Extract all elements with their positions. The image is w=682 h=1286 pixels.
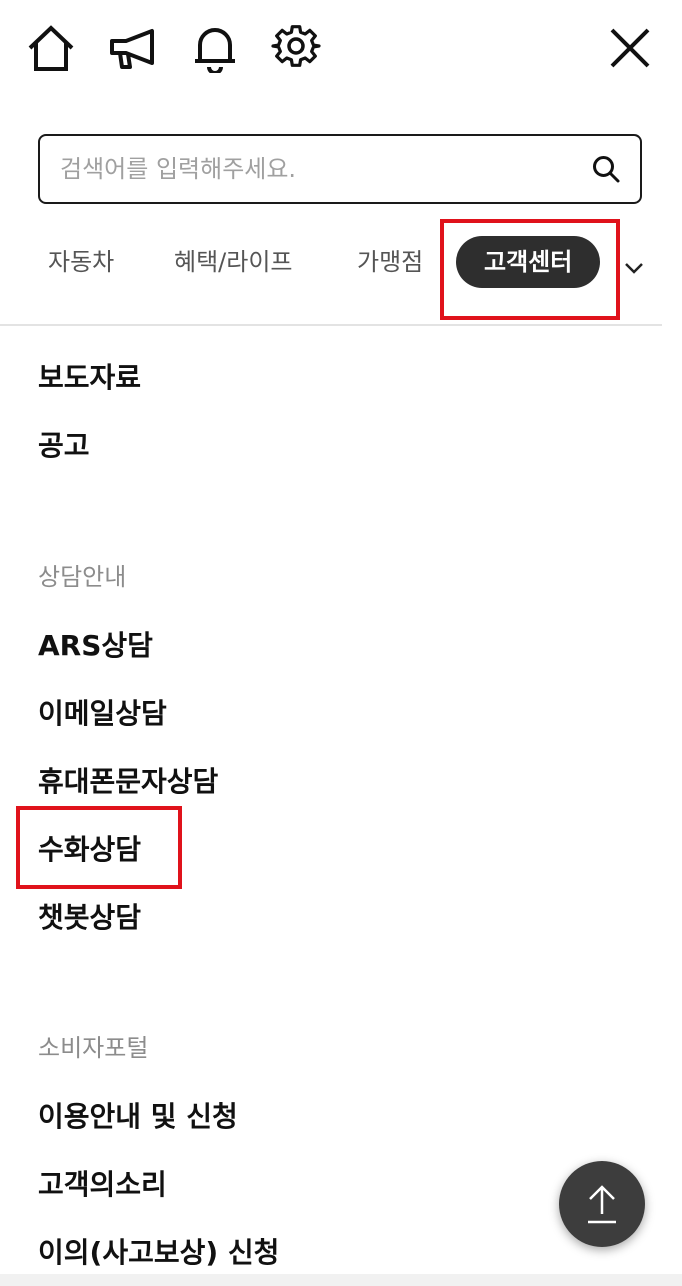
divider — [0, 324, 662, 326]
tab-automobile[interactable]: 자동차 — [48, 236, 114, 288]
menu-item-email[interactable]: 이메일상담 — [38, 694, 167, 734]
home-icon[interactable] — [25, 22, 77, 74]
tab-merchant[interactable]: 가맹점 — [357, 236, 423, 288]
menu-item-ars[interactable]: ARS상담 — [38, 626, 153, 666]
gear-icon[interactable] — [270, 22, 322, 74]
menu-item-chatbot[interactable]: 챗봇상담 — [38, 898, 141, 938]
section-title-consultation: 상담안내 — [38, 563, 127, 591]
tab-benefit-life[interactable]: 혜택/라이프 — [174, 236, 293, 288]
section-title-consumer-portal: 소비자포털 — [38, 1034, 149, 1062]
tab-customer-center[interactable]: 고객센터 — [456, 236, 601, 288]
menu-item-sms[interactable]: 휴대폰문자상담 — [38, 762, 218, 802]
arrow-up-icon — [588, 1185, 616, 1224]
menu-item-voice-of-customer[interactable]: 고객의소리 — [38, 1165, 167, 1205]
menu-item-sign-language[interactable]: 수화상담 — [38, 830, 141, 870]
top-bar — [0, 0, 682, 100]
search-box — [38, 134, 642, 204]
bell-icon[interactable] — [189, 22, 241, 74]
category-tabs: 자동차 혜택/라이프 가맹점 고객센터 — [0, 224, 682, 304]
search-input[interactable] — [60, 149, 560, 189]
menu-item-objection-apply[interactable]: 이의(사고보상) 신청 — [38, 1233, 279, 1273]
bottom-bar — [0, 1274, 682, 1286]
menu-item-guide-apply[interactable]: 이용안내 및 신청 — [38, 1097, 238, 1137]
scroll-to-top-button[interactable] — [559, 1161, 645, 1247]
menu-item-notice[interactable]: 공고 — [38, 426, 90, 466]
chevron-down-icon[interactable] — [622, 256, 646, 280]
search-icon[interactable] — [588, 151, 624, 187]
menu-item-press-release[interactable]: 보도자료 — [38, 358, 141, 398]
close-icon[interactable] — [604, 22, 656, 74]
megaphone-icon[interactable] — [107, 22, 159, 74]
